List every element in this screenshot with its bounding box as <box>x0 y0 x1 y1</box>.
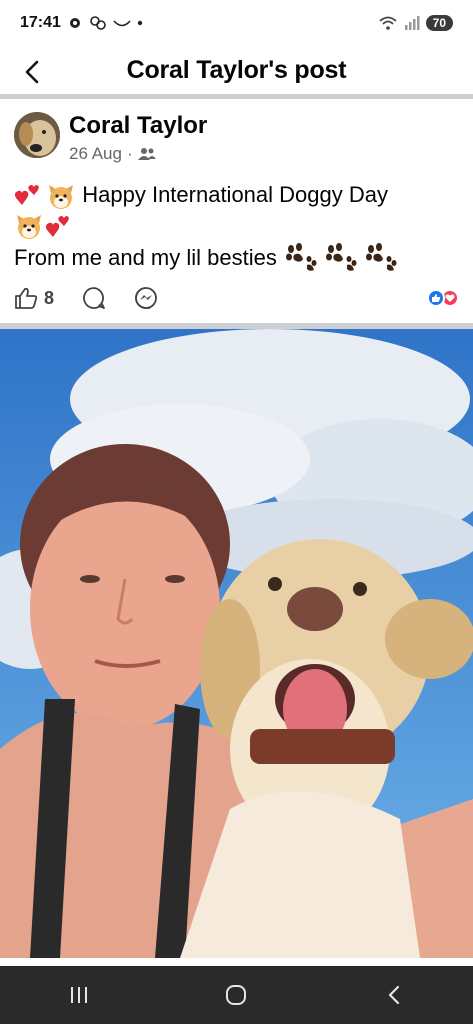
post-actions: 8 <box>14 282 459 314</box>
page-header: Coral Taylor's post <box>0 46 473 94</box>
photo-bottom-margin <box>0 958 473 966</box>
wifi-icon <box>379 16 397 30</box>
system-back-button[interactable] <box>364 975 424 1015</box>
meta-separator: · <box>126 144 133 163</box>
battery-indicator: 70 <box>425 15 453 31</box>
back-arrow-icon <box>389 985 400 1005</box>
hearts-emoji <box>14 183 40 209</box>
dot-icon <box>137 20 143 26</box>
header-divider <box>0 94 473 99</box>
send-button[interactable] <box>134 286 158 310</box>
hearts-emoji <box>44 213 70 239</box>
thumbs-up-icon <box>15 287 38 309</box>
recent-apps-icon <box>70 987 87 1003</box>
avatar[interactable] <box>14 112 60 158</box>
like-count: 8 <box>44 287 55 308</box>
back-button[interactable] <box>16 56 48 88</box>
signal-icon <box>404 16 420 30</box>
post-author: Coral Taylor 26 Aug · <box>14 112 207 164</box>
home-icon <box>226 985 247 1005</box>
post-text: Happy International Doggy Day From me an… <box>14 180 464 272</box>
pinwheel-icon <box>90 16 106 30</box>
dog-face-emoji <box>14 211 44 241</box>
status-bar: 17:41 70 <box>0 0 473 46</box>
messenger-icon <box>135 287 157 309</box>
chevron-left-icon <box>25 60 39 84</box>
like-button[interactable]: 8 <box>14 286 54 310</box>
post-photo[interactable] <box>0 329 473 958</box>
system-navbar <box>0 966 473 1024</box>
paw-prints-emoji <box>285 243 397 272</box>
comment-bubble-icon <box>83 287 105 309</box>
home-button[interactable] <box>206 975 266 1015</box>
call-icon <box>113 20 131 27</box>
comment-button[interactable] <box>82 286 106 310</box>
post-text-line1: Happy International Doggy Day <box>82 182 388 207</box>
recent-apps-button[interactable] <box>49 975 109 1015</box>
page-title: Coral Taylor's post <box>126 55 347 84</box>
friends-icon <box>137 148 156 160</box>
status-time: 17:41 <box>20 14 61 31</box>
post-date[interactable]: 26 Aug <box>69 144 122 164</box>
like-reaction-icon <box>427 289 445 307</box>
post-text-line3: From me and my lil besties <box>14 245 277 271</box>
author-name[interactable]: Coral Taylor <box>69 112 207 140</box>
settings-gear-icon <box>69 18 80 28</box>
reactions-summary[interactable] <box>427 289 459 307</box>
dog-face-emoji <box>46 181 76 211</box>
